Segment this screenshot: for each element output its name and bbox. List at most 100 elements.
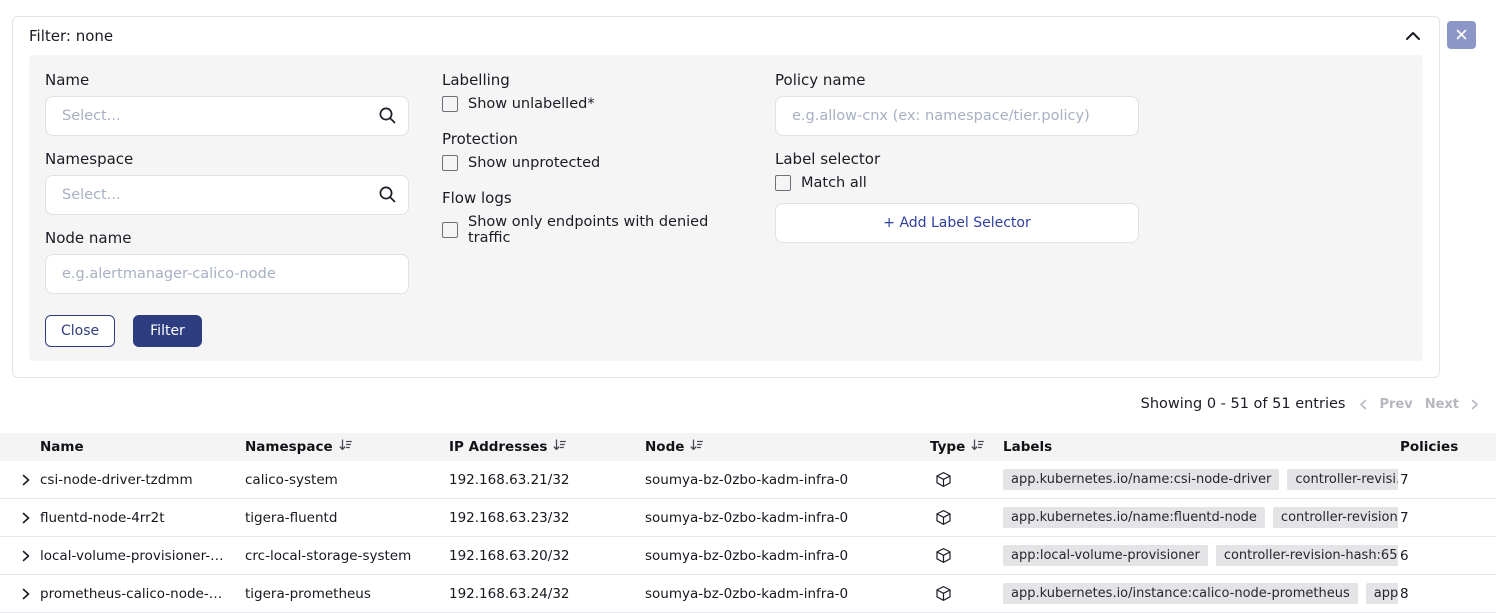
filter-panel-header: Filter: none <box>13 17 1439 51</box>
policy-name-input[interactable] <box>775 96 1139 136</box>
node-name-input[interactable] <box>45 254 409 294</box>
filter-button[interactable]: Filter <box>133 315 202 347</box>
expand-row-icon[interactable] <box>20 473 32 487</box>
endpoint-labels: app.kubernetes.io/name:fluentd-node cont… <box>1003 507 1398 528</box>
policy-name-field-label: Policy name <box>775 71 1139 89</box>
endpoints-table: Name Namespace IP Addresses Node Type La… <box>0 433 1496 613</box>
table-row[interactable]: local-volume-provisioner-… crc-local-sto… <box>0 537 1496 575</box>
label-badge: app.kubernetes.io/name:csi-node-driver <box>1003 469 1279 490</box>
close-icon <box>1456 28 1467 43</box>
label-badge: controller-revision-hash:65… <box>1216 545 1398 566</box>
add-label-selector-button[interactable]: + Add Label Selector <box>775 203 1139 243</box>
endpoint-labels: app.kubernetes.io/name:csi-node-driver c… <box>1003 469 1398 490</box>
endpoint-node: soumya-bz-0zbo-kadm-infra-0 <box>645 510 930 526</box>
show-unprotected-checkbox[interactable] <box>442 155 458 171</box>
dismiss-filter-button[interactable] <box>1447 21 1476 49</box>
sort-icon[interactable] <box>971 439 984 455</box>
sort-icon[interactable] <box>690 439 703 455</box>
column-header-type[interactable]: Type <box>930 439 1003 455</box>
show-unprotected-label: Show unprotected <box>468 155 600 171</box>
show-unlabelled-checkbox[interactable] <box>442 96 458 112</box>
endpoint-node: soumya-bz-0zbo-kadm-infra-0 <box>645 586 930 602</box>
sort-icon[interactable] <box>553 439 566 455</box>
chevron-left-icon[interactable] <box>1359 399 1367 410</box>
label-badge: app.kubernetes.io/name:fluentd-node <box>1003 507 1265 528</box>
namespace-select-input[interactable] <box>45 175 409 215</box>
filter-form: Name Namespace Node name Close Filt <box>29 55 1423 361</box>
close-button[interactable]: Close <box>45 315 115 347</box>
filter-column-left: Name Namespace Node name Close Filt <box>45 71 409 347</box>
endpoint-policies-count: 6 <box>1398 548 1496 564</box>
column-header-name[interactable]: Name <box>40 439 245 455</box>
namespace-field-label: Namespace <box>45 150 409 168</box>
filter-column-right: Policy name Label selector Match all + A… <box>775 71 1139 347</box>
search-icon[interactable] <box>378 106 397 125</box>
expand-row-icon[interactable] <box>20 549 32 563</box>
label-badge: controller-revision-… <box>1273 507 1398 528</box>
denied-traffic-label: Show only endpoints with denied traffic <box>468 214 742 246</box>
column-header-labels[interactable]: Labels <box>1003 439 1398 455</box>
endpoint-policies-count: 7 <box>1398 472 1496 488</box>
filter-panel-title: Filter: none <box>29 27 113 45</box>
pod-cube-icon <box>930 585 1003 602</box>
entries-summary: Showing 0 - 51 of 51 entries <box>1141 396 1346 412</box>
endpoint-name: csi-node-driver-tzdmm <box>40 472 193 488</box>
name-field-label: Name <box>45 71 409 89</box>
label-badge: app:local-volume-provisioner <box>1003 545 1208 566</box>
pod-cube-icon <box>930 471 1003 488</box>
table-header-row: Name Namespace IP Addresses Node Type La… <box>0 433 1496 461</box>
filter-column-middle: Labelling Show unlabelled* Protection Sh… <box>442 71 742 347</box>
denied-traffic-option[interactable]: Show only endpoints with denied traffic <box>442 214 742 246</box>
endpoint-name: prometheus-calico-node-… <box>40 586 222 602</box>
endpoint-node: soumya-bz-0zbo-kadm-infra-0 <box>645 472 930 488</box>
collapse-panel-button[interactable] <box>1403 29 1423 43</box>
search-icon[interactable] <box>378 185 397 204</box>
labelling-section-label: Labelling <box>442 71 742 89</box>
pod-cube-icon <box>930 547 1003 564</box>
endpoint-namespace: tigera-prometheus <box>245 586 449 602</box>
expand-row-icon[interactable] <box>20 511 32 525</box>
endpoint-ip: 192.168.63.21/32 <box>449 472 645 488</box>
match-all-option[interactable]: Match all <box>775 175 1139 191</box>
endpoint-ip: 192.168.63.23/32 <box>449 510 645 526</box>
next-page-button[interactable]: Next <box>1425 397 1459 412</box>
column-header-policies[interactable]: Policies <box>1398 439 1496 455</box>
endpoint-policies-count: 8 <box>1398 586 1496 602</box>
sort-icon[interactable] <box>339 439 352 455</box>
match-all-label: Match all <box>801 175 867 191</box>
flow-logs-section-label: Flow logs <box>442 189 742 207</box>
label-badge: app.… <box>1366 583 1398 604</box>
endpoint-namespace: crc-local-storage-system <box>245 548 449 564</box>
filter-panel: Filter: none Name Namespace <box>12 16 1440 378</box>
show-unprotected-option[interactable]: Show unprotected <box>442 155 742 171</box>
node-name-field-label: Node name <box>45 229 409 247</box>
column-header-namespace[interactable]: Namespace <box>245 439 449 455</box>
show-unlabelled-label: Show unlabelled* <box>468 96 595 112</box>
label-badge: controller-revisi… <box>1287 469 1398 490</box>
prev-page-button[interactable]: Prev <box>1379 397 1412 412</box>
show-unlabelled-option[interactable]: Show unlabelled* <box>442 96 742 112</box>
table-row[interactable]: fluentd-node-4rr2t tigera-fluentd 192.16… <box>0 499 1496 537</box>
endpoint-labels: app.kubernetes.io/instance:calico-node-p… <box>1003 583 1398 604</box>
label-badge: app.kubernetes.io/instance:calico-node-p… <box>1003 583 1358 604</box>
endpoint-namespace: tigera-fluentd <box>245 510 449 526</box>
table-row[interactable]: prometheus-calico-node-… tigera-promethe… <box>0 575 1496 613</box>
denied-traffic-checkbox[interactable] <box>442 222 458 238</box>
expand-row-icon[interactable] <box>20 587 32 601</box>
label-selector-section-label: Label selector <box>775 150 1139 168</box>
endpoint-ip: 192.168.63.24/32 <box>449 586 645 602</box>
column-header-ip-addresses[interactable]: IP Addresses <box>449 439 645 455</box>
endpoint-node: soumya-bz-0zbo-kadm-infra-0 <box>645 548 930 564</box>
endpoint-labels: app:local-volume-provisioner controller-… <box>1003 545 1398 566</box>
protection-section-label: Protection <box>442 130 742 148</box>
chevron-up-icon <box>1405 29 1421 44</box>
endpoint-policies-count: 7 <box>1398 510 1496 526</box>
match-all-checkbox[interactable] <box>775 175 791 191</box>
name-select-input[interactable] <box>45 96 409 136</box>
chevron-right-icon[interactable] <box>1471 399 1479 410</box>
endpoint-name: local-volume-provisioner-… <box>40 548 224 564</box>
column-header-node[interactable]: Node <box>645 439 930 455</box>
endpoint-namespace: calico-system <box>245 472 449 488</box>
pagination-bar: Showing 0 - 51 of 51 entries Prev Next <box>1141 396 1479 412</box>
table-row[interactable]: csi-node-driver-tzdmm calico-system 192.… <box>0 461 1496 499</box>
